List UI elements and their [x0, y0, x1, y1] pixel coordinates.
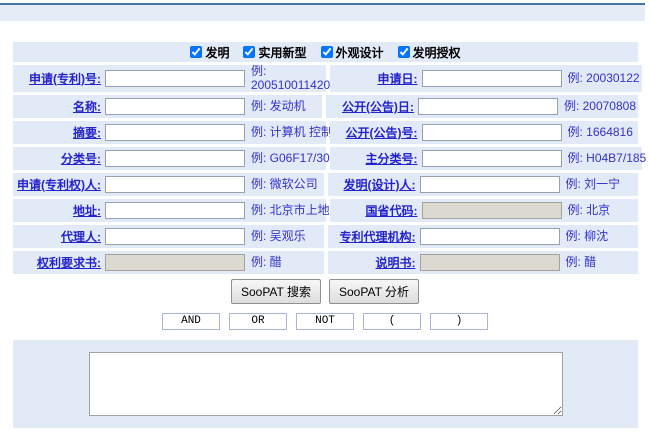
classification-input[interactable]	[105, 150, 245, 167]
patent-type-filter-row: 发明 实用新型 外观设计 发明授权	[13, 42, 638, 62]
publication-number-example: 例: 1664816	[568, 126, 633, 140]
or-operator-button[interactable]: OR	[229, 313, 287, 330]
province-code-cell: 国省代码: 例: 北京	[330, 199, 639, 222]
publication-date-example: 例: 20070808	[564, 100, 636, 114]
abstract-input[interactable]	[105, 124, 245, 141]
claims-example: 例: 醋	[251, 256, 282, 270]
publication-date-cell: 公开(公告)日: 例: 20070808	[326, 95, 638, 118]
application-date-input[interactable]	[422, 70, 562, 87]
application-date-example: 例: 20030122	[568, 72, 640, 86]
agent-input[interactable]	[105, 228, 245, 245]
form-row: 代理人: 例: 吴观乐 专利代理机构: 例: 柳沈	[13, 225, 638, 248]
agency-cell: 专利代理机构: 例: 柳沈	[328, 225, 639, 248]
inventor-label-link[interactable]: 发明(设计)人:	[330, 176, 416, 193]
main-classification-example: 例: H04B7/185	[568, 152, 647, 166]
title-cell: 名称: 例: 发动机	[13, 95, 322, 118]
open-paren-button[interactable]: (	[363, 313, 421, 330]
utility-model-checkbox[interactable]	[243, 46, 255, 58]
application-number-cell: 申请(专利)号: 例: 200510011420.0	[13, 65, 326, 92]
form-row: 分类号: 例: G06F17/30 主分类号: 例: H04B7/185	[13, 147, 638, 170]
agent-example: 例: 吴观乐	[251, 230, 306, 244]
invention-checkbox[interactable]	[190, 46, 202, 58]
abstract-label-link[interactable]: 摘要:	[15, 124, 101, 141]
province-code-example: 例: 北京	[568, 204, 611, 218]
search-form-panel: 发明 实用新型 外观设计 发明授权 申请(专利)号: 例: 2005100114…	[13, 42, 638, 274]
claims-cell: 权利要求书: 例: 醋	[13, 251, 324, 274]
application-date-label-link[interactable]: 申请日:	[332, 70, 418, 87]
agency-example: 例: 柳沈	[566, 230, 609, 244]
claims-label-link[interactable]: 权利要求书:	[15, 254, 101, 271]
inventor-cell: 发明(设计)人: 例: 刘一宁	[328, 173, 639, 196]
description-example: 例: 醋	[566, 256, 597, 270]
classification-cell: 分类号: 例: G06F17/30	[13, 147, 326, 170]
title-input[interactable]	[105, 98, 245, 115]
top-header-bar	[0, 3, 645, 21]
search-expression-textarea[interactable]	[89, 352, 563, 416]
filter-design[interactable]: 外观设计	[321, 44, 384, 61]
agent-cell: 代理人: 例: 吴观乐	[13, 225, 324, 248]
claims-input	[105, 254, 245, 271]
publication-date-label-link[interactable]: 公开(公告)日:	[328, 98, 414, 115]
design-checkbox[interactable]	[321, 46, 333, 58]
applicant-input[interactable]	[105, 176, 245, 193]
publication-date-input[interactable]	[418, 98, 558, 115]
abstract-cell: 摘要: 例: 计算机 控制	[13, 121, 326, 144]
address-cell: 地址: 例: 北京市上地	[13, 199, 326, 222]
main-classification-label-link[interactable]: 主分类号:	[332, 150, 418, 167]
filter-granted-invention[interactable]: 发明授权	[398, 44, 461, 61]
main-classification-input[interactable]	[422, 150, 562, 167]
applicant-cell: 申请(专利权)人: 例: 微软公司	[13, 173, 324, 196]
classification-example: 例: G06F17/30	[251, 152, 330, 166]
agency-input[interactable]	[420, 228, 560, 245]
application-number-label-link[interactable]: 申请(专利)号:	[15, 70, 101, 87]
utility-model-label: 实用新型	[258, 44, 306, 61]
description-input	[420, 254, 560, 271]
form-row: 权利要求书: 例: 醋 说明书: 例: 醋	[13, 251, 638, 274]
inventor-input[interactable]	[420, 176, 560, 193]
close-paren-button[interactable]: )	[430, 313, 488, 330]
province-code-label-link[interactable]: 国省代码:	[332, 202, 418, 219]
publication-number-cell: 公开(公告)号: 例: 1664816	[330, 121, 639, 144]
filter-utility-model[interactable]: 实用新型	[243, 44, 306, 61]
description-label-link[interactable]: 说明书:	[330, 254, 416, 271]
granted-invention-label: 发明授权	[413, 44, 461, 61]
invention-label: 发明	[205, 44, 229, 61]
design-label: 外观设计	[336, 44, 384, 61]
agency-label-link[interactable]: 专利代理机构:	[330, 228, 416, 245]
filter-invention[interactable]: 发明	[190, 44, 229, 61]
inventor-example: 例: 刘一宁	[566, 178, 621, 192]
soopat-search-button[interactable]: SooPAT 搜索	[231, 279, 321, 304]
title-label-link[interactable]: 名称:	[15, 98, 101, 115]
granted-invention-checkbox[interactable]	[398, 46, 410, 58]
and-operator-button[interactable]: AND	[162, 313, 220, 330]
application-number-input[interactable]	[105, 70, 245, 87]
abstract-example: 例: 计算机 控制	[251, 126, 333, 140]
form-row: 摘要: 例: 计算机 控制 公开(公告)号: 例: 1664816	[13, 121, 638, 144]
publication-number-label-link[interactable]: 公开(公告)号:	[332, 124, 418, 141]
address-example: 例: 北京市上地	[251, 204, 330, 218]
operator-buttons-row: AND OR NOT ( )	[0, 313, 650, 330]
form-row: 申请(专利权)人: 例: 微软公司 发明(设计)人: 例: 刘一宁	[13, 173, 638, 196]
address-label-link[interactable]: 地址:	[15, 202, 101, 219]
applicant-example: 例: 微软公司	[251, 178, 318, 192]
title-example: 例: 发动机	[251, 100, 306, 114]
address-input[interactable]	[105, 202, 245, 219]
description-cell: 说明书: 例: 醋	[328, 251, 639, 274]
action-buttons-row: SooPAT 搜索 SooPAT 分析	[0, 279, 650, 304]
applicant-label-link[interactable]: 申请(专利权)人:	[15, 176, 101, 193]
classification-label-link[interactable]: 分类号:	[15, 150, 101, 167]
main-classification-cell: 主分类号: 例: H04B7/185	[330, 147, 643, 170]
expression-panel	[13, 340, 638, 428]
form-row: 申请(专利)号: 例: 200510011420.0 申请日: 例: 20030…	[13, 65, 638, 92]
form-row: 名称: 例: 发动机 公开(公告)日: 例: 20070808	[13, 95, 638, 118]
form-row: 地址: 例: 北京市上地 国省代码: 例: 北京	[13, 199, 638, 222]
publication-number-input[interactable]	[422, 124, 562, 141]
application-number-example: 例: 200510011420.0	[251, 65, 329, 93]
application-date-cell: 申请日: 例: 20030122	[330, 65, 642, 92]
agent-label-link[interactable]: 代理人:	[15, 228, 101, 245]
not-operator-button[interactable]: NOT	[296, 313, 354, 330]
soopat-analyze-button[interactable]: SooPAT 分析	[329, 279, 419, 304]
province-code-input	[422, 202, 562, 219]
